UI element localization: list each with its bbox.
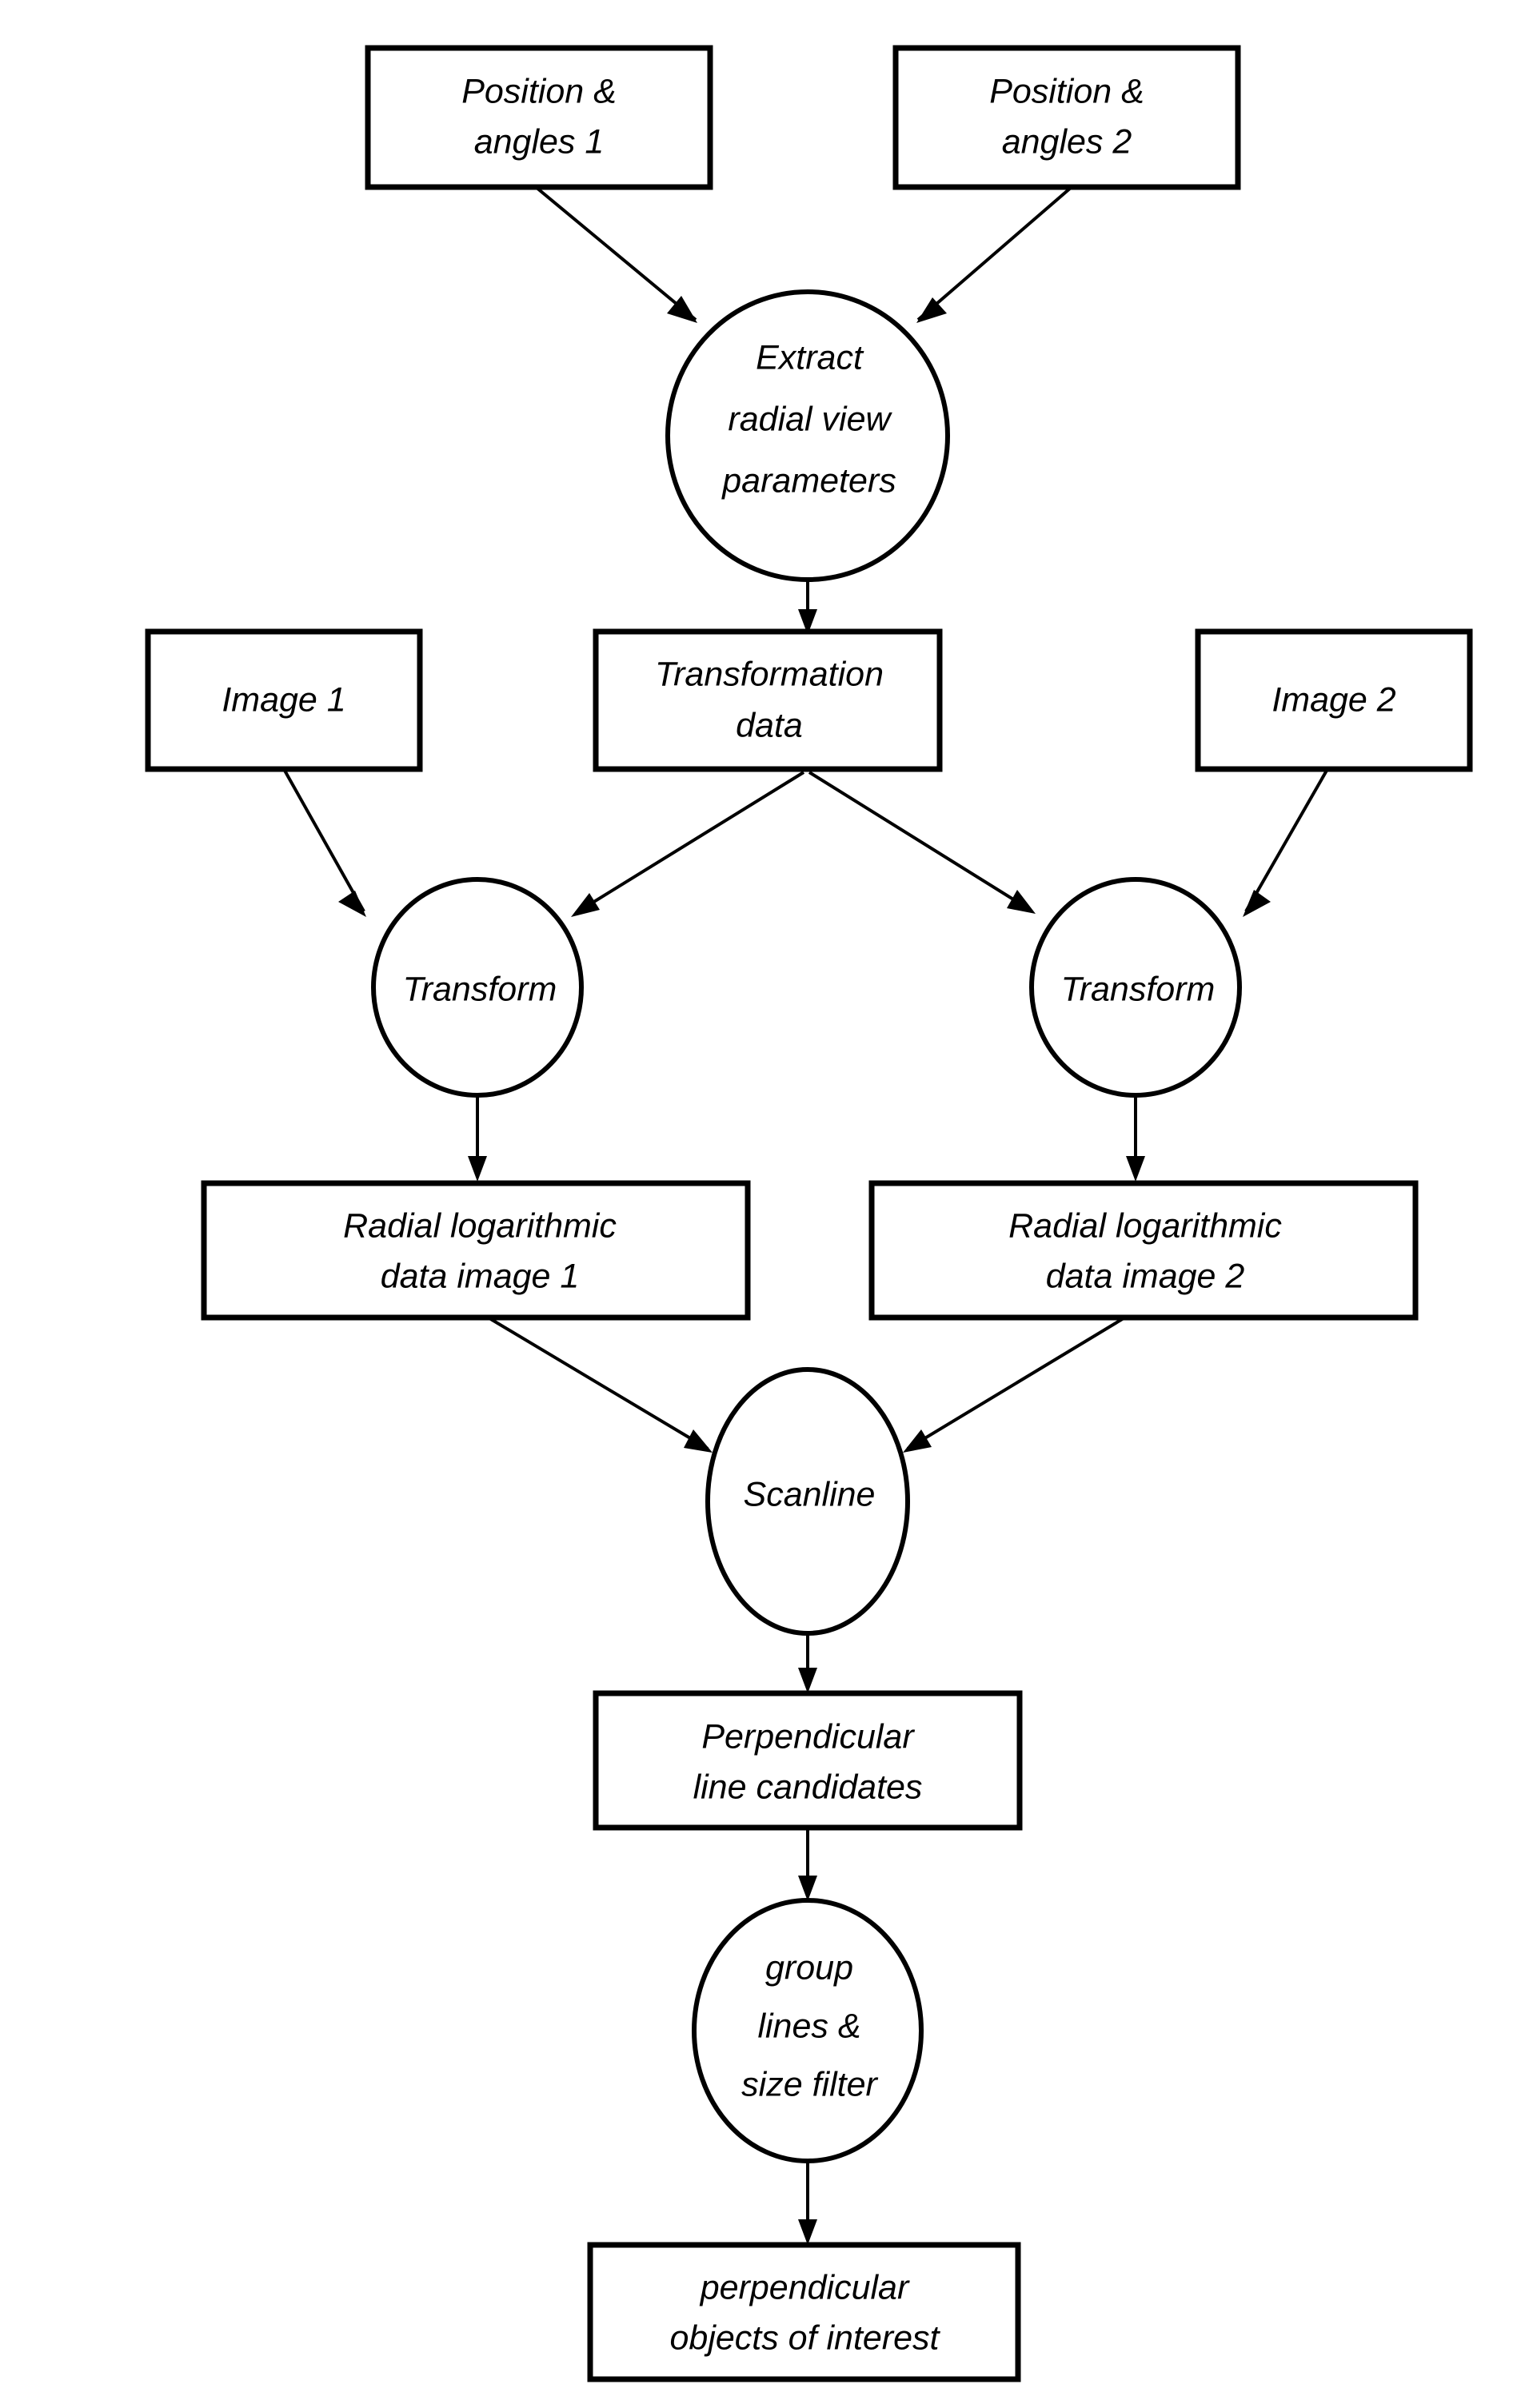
edge-transform2-to-radial2 xyxy=(1126,1094,1145,1182)
node-position-angles-2-label-line1: Position & xyxy=(989,72,1144,110)
node-image-2[interactable]: Image 2 xyxy=(1195,628,1473,772)
node-position-angles-2[interactable]: Position & angles 2 xyxy=(892,45,1241,190)
node-scanline-label: Scanline xyxy=(744,1475,876,1513)
node-radial-logarithmic-1[interactable]: Radial logarithmic data image 1 xyxy=(201,1180,751,1321)
node-group-lines-label-line3: size filter xyxy=(741,2065,878,2103)
node-transform-2[interactable]: Transform xyxy=(1029,877,1242,1098)
edge-position2-to-extract xyxy=(916,185,1073,323)
node-radial-log-1-label-line2: data image 1 xyxy=(381,1257,580,1295)
edge-image1-to-transform1 xyxy=(282,768,366,917)
node-transform-1-label: Transform xyxy=(403,970,557,1008)
node-radial-logarithmic-2[interactable]: Radial logarithmic data image 2 xyxy=(868,1180,1419,1321)
node-position-angles-1-label-line2: angles 1 xyxy=(474,122,605,161)
node-perpendicular-candidates-label-line1: Perpendicular xyxy=(701,1717,915,1756)
edge-position1-to-extract xyxy=(534,185,697,323)
node-position-angles-1[interactable]: Position & angles 1 xyxy=(365,45,713,190)
node-extract-radial-label-line3: parameters xyxy=(721,461,896,500)
node-group-lines-label-line1: group xyxy=(765,1948,853,1987)
edge-radial2-to-scanline xyxy=(903,1314,1129,1453)
edge-transformation-to-transform2 xyxy=(808,771,1036,914)
node-transformation-data-label-line1: Transformation xyxy=(655,655,884,693)
node-radial-log-2-label-line1: Radial logarithmic xyxy=(1008,1206,1282,1245)
node-group-lines-label-line2: lines & xyxy=(757,2007,860,2045)
edge-radial1-to-scanline xyxy=(484,1314,713,1453)
node-layer: Position & angles 1 Position & angles 2 … xyxy=(145,45,1473,2382)
node-perpendicular-objects-of-interest[interactable]: perpendicular objects of interest xyxy=(587,2242,1021,2382)
node-perpendicular-candidates-label-line2: line candidates xyxy=(693,1768,923,1806)
edge-image2-to-transform2 xyxy=(1243,768,1329,917)
node-transformation-data-label-line2: data xyxy=(736,706,803,744)
node-radial-log-1-label-line1: Radial logarithmic xyxy=(343,1206,617,1245)
node-position-angles-1-label-line1: Position & xyxy=(461,72,617,110)
node-group-lines-size-filter[interactable]: group lines & size filter xyxy=(692,1898,924,2163)
node-position-angles-2-label-line2: angles 2 xyxy=(1002,122,1132,161)
node-objects-of-interest-label-line2: objects of interest xyxy=(669,2318,940,2357)
edge-scanline-to-candidates xyxy=(798,1633,817,1693)
node-image-1[interactable]: Image 1 xyxy=(145,628,423,772)
node-perpendicular-line-candidates[interactable]: Perpendicular line candidates xyxy=(593,1690,1023,1831)
flowchart-svg: Position & angles 1 Position & angles 2 … xyxy=(145,45,1473,2382)
node-image-2-label: Image 2 xyxy=(1272,680,1395,719)
node-transform-1[interactable]: Transform xyxy=(371,877,584,1098)
node-transform-2-label: Transform xyxy=(1061,970,1216,1008)
edge-candidates-to-group xyxy=(798,1827,817,1901)
node-image-1-label: Image 1 xyxy=(222,680,345,719)
node-objects-of-interest-label-line1: perpendicular xyxy=(699,2268,910,2306)
node-extract-radial-label-line1: Extract xyxy=(756,338,864,377)
node-extract-radial-view-parameters[interactable]: Extract radial view parameters xyxy=(665,289,950,582)
edge-transform1-to-radial1 xyxy=(468,1094,487,1182)
node-scanline[interactable]: Scanline xyxy=(705,1367,910,1636)
node-extract-radial-label-line2: radial view xyxy=(728,400,892,438)
edge-group-to-objects xyxy=(798,2157,817,2245)
node-radial-log-2-label-line2: data image 2 xyxy=(1046,1257,1245,1295)
node-transformation-data[interactable]: Transformation data xyxy=(593,628,943,772)
edge-extract-to-transformation xyxy=(798,574,817,635)
edge-transformation-to-transform1 xyxy=(571,771,805,917)
flowchart-canvas: Position & angles 1 Position & angles 2 … xyxy=(0,0,1537,2408)
